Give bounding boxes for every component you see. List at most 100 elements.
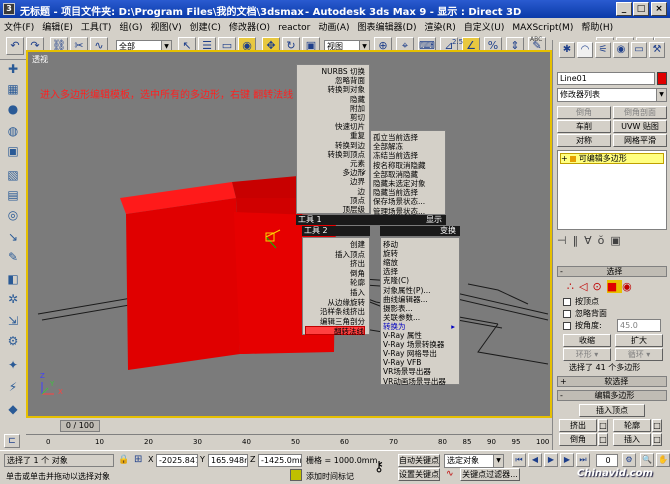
key-icon[interactable]: ⚷	[374, 459, 384, 475]
stack-item-editable-poly[interactable]: + 可编辑多边形	[560, 153, 664, 164]
lock-selection-icon[interactable]: 🔒	[118, 454, 130, 466]
meshsmooth-button[interactable]: 网格平滑	[613, 134, 667, 147]
modifier-stack-list[interactable]: + 可编辑多边形	[557, 150, 667, 230]
border-level-icon[interactable]: ⊙	[592, 280, 606, 293]
bevel-modifier-button[interactable]: 倒角	[557, 106, 611, 119]
grow-button[interactable]: 扩大	[615, 334, 663, 347]
play-icon[interactable]: ▶	[544, 453, 558, 467]
geometry-icon[interactable]: ▦	[4, 80, 22, 98]
add-time-tag-button[interactable]: 添加时间标记	[306, 471, 354, 482]
set-key-button[interactable]: 设置关键点	[398, 468, 440, 481]
spacewarp-icon[interactable]: ⇲	[4, 312, 22, 330]
minimize-button[interactable]: _	[616, 2, 632, 16]
element-level-icon[interactable]: ◉	[622, 280, 637, 293]
time-slider[interactable]: 0 / 100	[26, 418, 552, 434]
create-tab-icon[interactable]: ✱	[559, 42, 575, 58]
light-icon[interactable]: ✲	[4, 290, 22, 308]
quad-menu-item[interactable]: 转换到对象	[299, 85, 366, 94]
ring-button[interactable]: 环形 ▾	[563, 348, 611, 361]
mini-curve-editor-icon[interactable]: ⊏	[4, 434, 20, 448]
rigid-body-icon[interactable]: ◆	[4, 400, 22, 418]
quad-menu-item[interactable]: 转换为 ▸	[383, 322, 455, 331]
pan-icon[interactable]: ✋	[656, 453, 670, 467]
quad-menu-item[interactable]: 保存场景状态...	[373, 197, 441, 206]
shapes-icon[interactable]: ▣	[4, 142, 22, 160]
quad-menu-item[interactable]: 轮廓	[305, 278, 365, 287]
systems-icon[interactable]: ⚙	[4, 332, 22, 350]
previous-frame-icon[interactable]: ◀	[528, 453, 542, 467]
time-config-icon[interactable]: ⚙	[622, 453, 636, 467]
bevel-profile-button[interactable]: 倒角剖面	[613, 106, 667, 119]
quad-menu-item[interactable]: NURBS 切换	[299, 67, 365, 76]
y-coord-field[interactable]: 165.948m	[208, 454, 248, 467]
outline-button[interactable]: 轮廓	[613, 419, 651, 432]
menu-item[interactable]: 渲染(R)	[420, 18, 459, 33]
quad-menu-item[interactable]: 多边形 ✓	[299, 168, 368, 177]
current-frame-field[interactable]: 0	[596, 454, 618, 467]
configure-modifier-sets-icon[interactable]: ▣	[610, 234, 626, 247]
menu-item[interactable]: 图表编辑器(D)	[354, 18, 421, 33]
helper-icon[interactable]: ✎	[4, 248, 22, 266]
quad-menu-item[interactable]: 转换到边	[299, 141, 365, 150]
menu-item[interactable]: 帮助(H)	[577, 18, 617, 33]
close-button[interactable]: ×	[651, 2, 667, 16]
camera-icon[interactable]: ◧	[4, 270, 22, 288]
quad-menu-item[interactable]: 附加	[299, 104, 365, 113]
go-to-start-icon[interactable]: ⏮	[512, 453, 526, 467]
menu-item[interactable]: 文件(F)	[0, 18, 38, 33]
quad-menu-item[interactable]: 缩放	[383, 258, 455, 267]
bevel-settings-button[interactable]: □	[598, 433, 608, 446]
selection-rollout-header[interactable]: - 选择	[557, 266, 667, 277]
quad-menu-item[interactable]: 剪切	[299, 113, 365, 122]
by-vertex-checkbox[interactable]	[563, 298, 571, 306]
quad-menu-item[interactable]: 全部解冻	[373, 142, 441, 151]
quad-menu-item[interactable]: 倒角	[305, 269, 365, 278]
maximize-button[interactable]: □	[633, 2, 649, 16]
quad-menu-item[interactable]: 摄影表...	[383, 304, 455, 313]
polygon-level-icon[interactable]: ■	[606, 280, 623, 293]
quad-menu-item[interactable]: 按名称取消隐藏	[373, 161, 441, 170]
menu-item[interactable]: 创建(C)	[186, 18, 225, 33]
quad-menu-item[interactable]: 移动	[383, 240, 455, 249]
bone-icon[interactable]: ↘	[4, 228, 22, 246]
uvw-map-button[interactable]: UVW 贴图	[613, 120, 667, 133]
undo-icon[interactable]: ↶	[6, 37, 24, 55]
quad-menu-item[interactable]: 关联参数...	[383, 313, 455, 322]
quad-menu-item[interactable]: 旋转	[383, 249, 455, 258]
perspective-viewport[interactable]: 透视 X Z Y 进入多边形编辑模板，选中所有的多边形，右键 翻转法线 NURB…	[26, 50, 552, 418]
quad-menu-item[interactable]: 沿样条线挤出	[305, 307, 365, 316]
quad-menu-item[interactable]: 隐藏	[299, 95, 365, 104]
layers-icon[interactable]: ▤	[4, 186, 22, 204]
box-icon[interactable]: ▧	[4, 166, 22, 184]
by-angle-checkbox[interactable]	[563, 322, 571, 330]
quad-menu-item[interactable]: 插入	[305, 288, 365, 297]
quad-menu-item[interactable]: 从边缘旋转	[305, 298, 366, 307]
auto-key-button[interactable]: 自动关键点	[398, 454, 440, 467]
quad-menu-item[interactable]: 挤出	[305, 259, 365, 268]
quad-menu-item[interactable]: 转换到顶点	[299, 150, 366, 159]
quad-menu-item[interactable]: 曲线编辑器...	[383, 295, 455, 304]
wire-icon[interactable]: ⚡	[4, 378, 22, 396]
menu-item[interactable]: 动画(A)	[314, 18, 353, 33]
menu-item[interactable]: 修改器(O)	[225, 18, 274, 33]
edge-level-icon[interactable]: ◁	[579, 280, 592, 293]
zoom-icon[interactable]: 🔍	[640, 453, 654, 467]
cylinder-icon[interactable]: ◍	[4, 122, 22, 140]
time-tag-icon[interactable]	[290, 469, 302, 481]
menu-item[interactable]: 编辑(E)	[38, 18, 77, 33]
quad-menu-item[interactable]: 冻结当前选择	[373, 151, 441, 160]
quad-menu-item[interactable]: 隐藏当前选择	[373, 188, 441, 197]
quad-menu-item[interactable]: 选择	[383, 267, 455, 276]
object-name-field[interactable]: Line01	[557, 72, 655, 85]
quad-menu-item[interactable]: V-Ray 场景转换器	[383, 340, 455, 349]
quad-menu-item[interactable]: 编辑三角剖分	[305, 317, 365, 326]
create-panel-icon[interactable]: ✚	[4, 60, 22, 78]
modify-tab-icon[interactable]: ◠	[577, 42, 593, 58]
quad-menu-item[interactable]: 全部取消隐藏	[373, 170, 441, 179]
quad-menu-item[interactable]: VR动画场景导出器	[383, 377, 455, 386]
reactor-icon[interactable]: ✦	[4, 356, 22, 374]
modifier-list-dropdown[interactable]: 修改器列表 ▼	[557, 88, 667, 102]
z-coord-field[interactable]: -1425.0mm	[258, 454, 302, 467]
sphere-icon[interactable]: ●	[4, 100, 22, 118]
display-tab-icon[interactable]: ▭	[631, 42, 647, 58]
